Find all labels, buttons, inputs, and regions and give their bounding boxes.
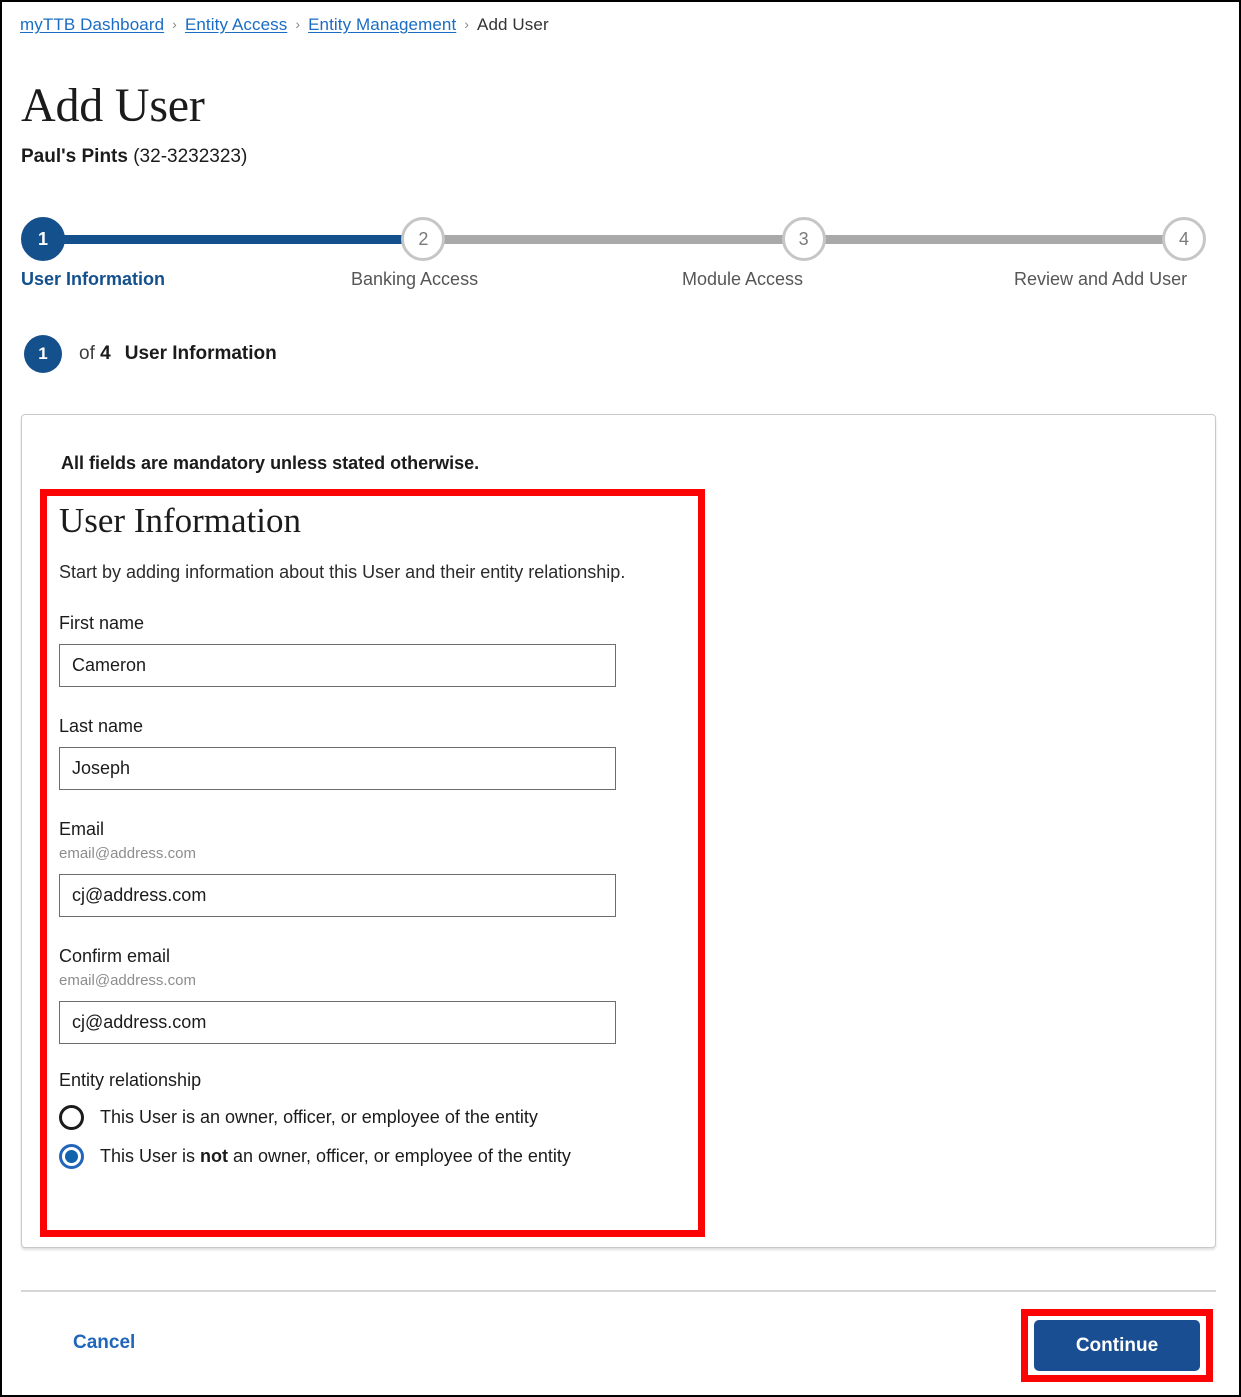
- label-entity-relationship: Entity relationship: [59, 1070, 202, 1090]
- label-first-name: First name: [59, 613, 145, 633]
- label-confirm-email: Confirm email: [59, 946, 171, 966]
- cancel-button[interactable]: Cancel: [73, 1332, 135, 1354]
- stepper-label-review-and-add-user: Review and Add User: [1014, 269, 1188, 289]
- stepper-bar-1: [63, 234, 404, 244]
- stepper-bar-3: [823, 234, 1164, 244]
- label-last-name: Last name: [59, 716, 144, 736]
- breadcrumb-current-add-user: Add User: [477, 15, 549, 34]
- entity-subtitle: Paul's Pints (32-3232323): [21, 146, 247, 168]
- radio-label-owner: This User is an owner, officer, or emplo…: [100, 1107, 538, 1127]
- step-heading: 1 of 4 User Information: [24, 334, 277, 374]
- stepper-circle-3[interactable]: 3: [781, 217, 826, 261]
- radio-button-selected-icon[interactable]: [59, 1144, 84, 1169]
- stepper-label-user-information: User Information: [21, 269, 166, 289]
- field-confirm-email: Confirm email email@address.com: [59, 944, 689, 1044]
- breadcrumb-link-entity-management[interactable]: Entity Management: [308, 15, 456, 34]
- step-of-word: of: [79, 343, 95, 364]
- field-last-name: Last name: [59, 714, 689, 790]
- progress-stepper: 1 2 3 4 User Information Banking Access …: [21, 216, 1206, 306]
- stepper-label-module-access: Module Access: [682, 269, 804, 289]
- entity-number: (32-3232323): [133, 146, 248, 167]
- stepper-label-banking-access: Banking Access: [351, 269, 479, 289]
- field-first-name: First name: [59, 611, 689, 687]
- step-of-text: of 4: [79, 343, 111, 365]
- radio-button-unselected-icon[interactable]: [59, 1105, 84, 1130]
- radio-option-owner[interactable]: This User is an owner, officer, or emplo…: [59, 1105, 689, 1130]
- form-section-title: User Information: [59, 501, 302, 540]
- hint-email: email@address.com: [59, 845, 196, 862]
- highlight-box-continue: Continue: [1021, 1309, 1213, 1382]
- stepper-labels: User Information Banking Access Module A…: [21, 269, 1206, 299]
- step-total: 4: [100, 343, 111, 364]
- breadcrumb-separator-1: ›: [172, 16, 177, 32]
- stepper-circle-4[interactable]: 4: [1161, 217, 1206, 261]
- stepper-circle-1[interactable]: 1: [21, 217, 65, 261]
- hint-confirm-email: email@address.com: [59, 972, 196, 989]
- footer-divider: [21, 1290, 1216, 1292]
- breadcrumb-separator-2: ›: [295, 16, 301, 32]
- input-first-name[interactable]: [59, 644, 616, 687]
- radio-label-not-owner: This User is not an owner, officer, or e…: [100, 1146, 571, 1166]
- entity-name: Paul's Pints: [21, 146, 128, 167]
- stepper-bar-2: [443, 234, 784, 244]
- mandatory-note: All fields are mandatory unless stated o…: [61, 453, 480, 473]
- page-title: Add User: [21, 79, 205, 132]
- breadcrumb-link-entity-access[interactable]: Entity Access: [185, 15, 287, 34]
- form-section-description: Start by adding information about this U…: [59, 562, 626, 582]
- continue-button[interactable]: Continue: [1034, 1320, 1200, 1371]
- label-email: Email: [59, 819, 105, 839]
- stepper-track: 1 2 3 4: [21, 216, 1206, 262]
- user-information-form: User Information Start by adding informa…: [59, 499, 689, 1169]
- field-email: Email email@address.com: [59, 817, 689, 917]
- input-email[interactable]: [59, 874, 616, 917]
- step-number-badge: 1: [24, 335, 62, 373]
- input-confirm-email[interactable]: [59, 1001, 616, 1044]
- page-frame: myTTB Dashboard › Entity Access › Entity Man…: [0, 0, 1241, 1397]
- breadcrumb-separator-3: ›: [464, 16, 470, 32]
- stepper-circle-2[interactable]: 2: [401, 217, 446, 261]
- breadcrumb-link-myttb-dashboard[interactable]: myTTB Dashboard: [20, 15, 164, 34]
- input-last-name[interactable]: [59, 747, 616, 790]
- radio-option-not-owner[interactable]: This User is not an owner, officer, or e…: [59, 1144, 689, 1169]
- breadcrumb: myTTB Dashboard › Entity Access › Entity Man…: [20, 15, 549, 35]
- step-name: User Information: [124, 343, 277, 364]
